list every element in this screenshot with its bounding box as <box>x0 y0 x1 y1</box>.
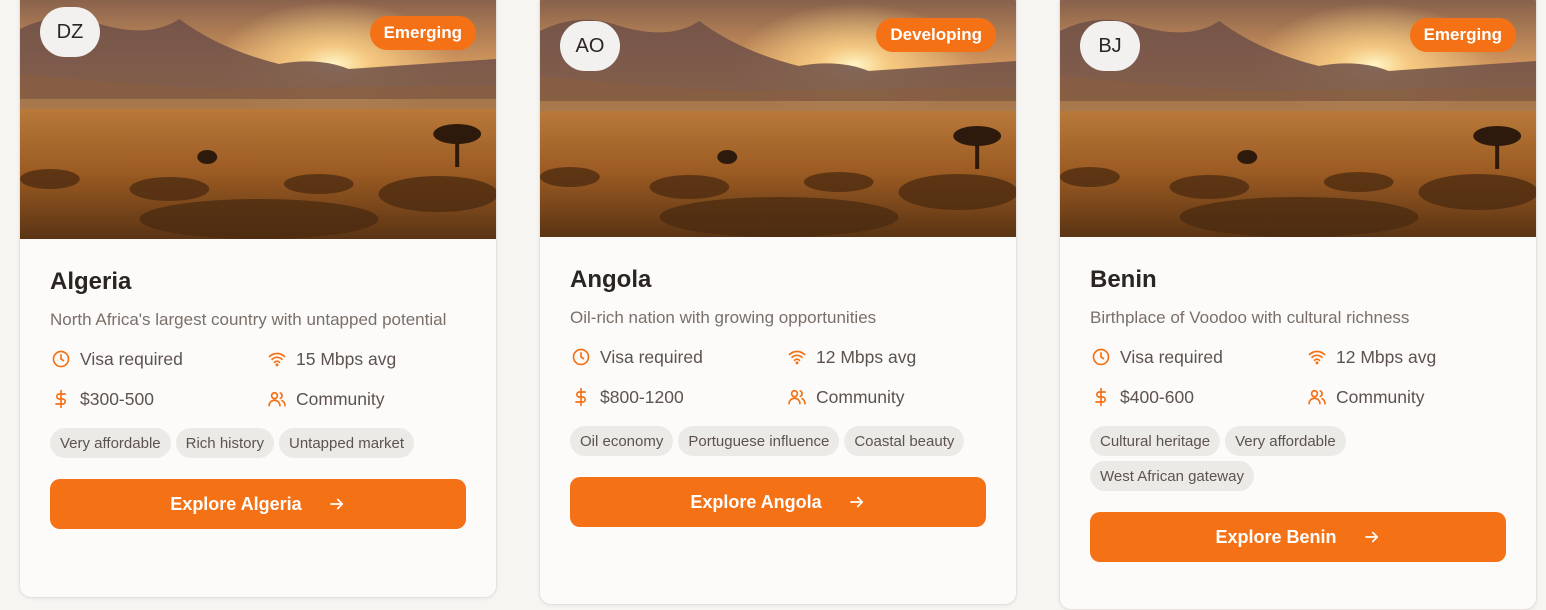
fact-community-label: Community <box>296 388 385 409</box>
facts-grid: Visa required 12 Mbps avg $800-1200 Comm… <box>570 344 986 410</box>
country-code-avatar: DZ <box>40 7 100 57</box>
wifi-icon <box>786 346 808 368</box>
dollar-icon <box>50 388 72 410</box>
fact-community: Community <box>786 384 986 410</box>
country-card-algeria[interactable]: DZ Emerging Algeria North Africa's large… <box>19 0 497 598</box>
dollar-icon <box>570 386 592 408</box>
arrow-right-icon <box>1363 528 1381 546</box>
clock-icon <box>1090 346 1112 368</box>
fact-visa: Visa required <box>50 346 266 372</box>
tag-list: Oil economy Portuguese influence Coastal… <box>570 426 986 456</box>
status-badge: Developing <box>876 18 996 52</box>
facts-grid: Visa required 12 Mbps avg $400-600 Commu… <box>1090 344 1506 410</box>
country-description: North Africa's largest country with unta… <box>50 310 447 329</box>
status-badge: Emerging <box>1409 18 1516 52</box>
tag: West African gateway <box>1090 461 1254 491</box>
country-name: Benin <box>1090 266 1157 293</box>
fact-cost-label: $300-500 <box>80 388 154 409</box>
tag: Portuguese influence <box>678 426 840 456</box>
country-code-avatar: AO <box>560 21 620 71</box>
fact-cost: $800-1200 <box>570 384 786 410</box>
tag: Oil economy <box>570 426 674 456</box>
users-icon <box>1306 386 1328 408</box>
country-card-angola[interactable]: AO Developing Angola Oil-rich nation wit… <box>539 0 1017 605</box>
country-description: Oil-rich nation with growing opportuniti… <box>570 308 877 327</box>
fact-internet-label: 12 Mbps avg <box>816 346 917 367</box>
fact-community: Community <box>1306 384 1506 410</box>
fact-internet: 12 Mbps avg <box>1306 344 1506 370</box>
fact-visa-label: Visa required <box>600 346 703 367</box>
country-name: Angola <box>570 266 652 293</box>
country-name: Algeria <box>50 268 132 295</box>
wifi-icon <box>266 348 288 370</box>
fact-community-label: Community <box>816 386 905 407</box>
fact-visa-label: Visa required <box>80 348 183 369</box>
fact-visa-label: Visa required <box>1120 346 1223 367</box>
explore-button-label: Explore Algeria <box>170 493 302 514</box>
card-image: AO Developing <box>540 0 1016 237</box>
country-description: Birthplace of Voodoo with cultural richn… <box>1090 308 1410 327</box>
tag: Cultural heritage <box>1090 426 1221 456</box>
explore-button[interactable]: Explore Algeria <box>50 479 466 529</box>
tag-list: Very affordable Rich history Untapped ma… <box>50 428 466 458</box>
country-code-avatar: BJ <box>1080 21 1140 71</box>
fact-internet-label: 15 Mbps avg <box>296 348 397 369</box>
arrow-right-icon <box>328 495 346 513</box>
dollar-icon <box>1090 386 1112 408</box>
tag: Very affordable <box>1225 426 1346 456</box>
tag: Very affordable <box>50 428 171 458</box>
fact-internet: 12 Mbps avg <box>786 344 986 370</box>
explore-button[interactable]: Explore Angola <box>570 477 986 527</box>
users-icon <box>786 386 808 408</box>
fact-cost-label: $800-1200 <box>600 386 684 407</box>
status-badge: Emerging <box>369 16 476 50</box>
fact-visa: Visa required <box>1090 344 1306 370</box>
country-card-benin[interactable]: BJ Emerging Benin Birthplace of Voodoo w… <box>1059 0 1537 610</box>
fact-internet: 15 Mbps avg <box>266 346 466 372</box>
explore-button-label: Explore Benin <box>1215 526 1337 547</box>
tag: Rich history <box>175 428 274 458</box>
card-image: DZ Emerging <box>20 0 496 239</box>
card-image: BJ Emerging <box>1060 0 1536 237</box>
fact-community: Community <box>266 386 466 412</box>
tag: Untapped market <box>279 428 415 458</box>
clock-icon <box>570 346 592 368</box>
fact-visa: Visa required <box>570 344 786 370</box>
arrow-right-icon <box>848 493 866 511</box>
wifi-icon <box>1306 346 1328 368</box>
facts-grid: Visa required 15 Mbps avg $300-500 Commu… <box>50 346 466 412</box>
explore-button-label: Explore Angola <box>690 491 822 512</box>
fact-community-label: Community <box>1336 386 1425 407</box>
fact-internet-label: 12 Mbps avg <box>1336 346 1437 367</box>
clock-icon <box>50 348 72 370</box>
fact-cost: $300-500 <box>50 386 266 412</box>
users-icon <box>266 388 288 410</box>
explore-button[interactable]: Explore Benin <box>1090 512 1506 562</box>
fact-cost: $400-600 <box>1090 384 1306 410</box>
fact-cost-label: $400-600 <box>1120 386 1194 407</box>
tag: Coastal beauty <box>844 426 965 456</box>
tag-list: Cultural heritage Very affordable West A… <box>1090 426 1390 491</box>
